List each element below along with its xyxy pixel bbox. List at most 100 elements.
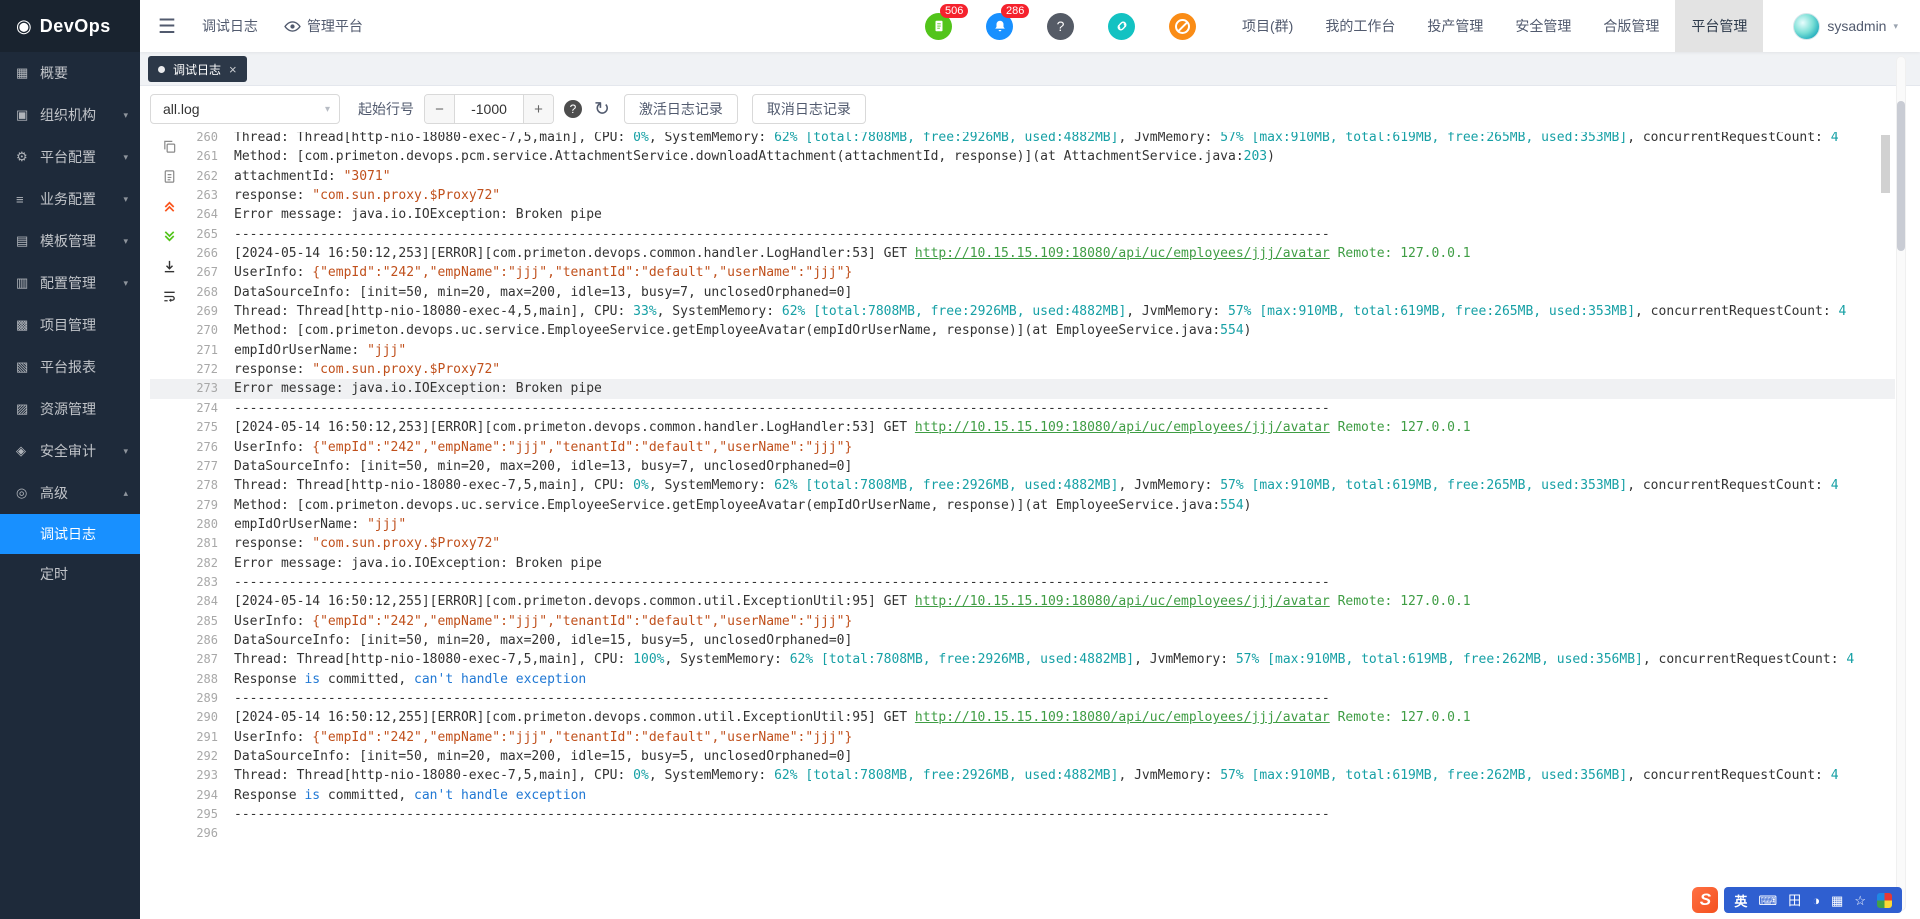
help-badge[interactable]: ? bbox=[564, 100, 582, 118]
decrement-button[interactable]: − bbox=[425, 95, 455, 123]
log-text: [2024-05-14 16:50:12,253][ERROR][com.pri… bbox=[234, 246, 1471, 262]
favorite-icon[interactable]: ☆ bbox=[1854, 894, 1866, 907]
log-text: UserInfo: {"empId":"242","empName":"jjj"… bbox=[234, 265, 853, 281]
scroll-top-icon[interactable] bbox=[161, 198, 178, 215]
log-line: 274 -------------------------------------… bbox=[150, 399, 1895, 418]
help-button[interactable]: ? bbox=[1047, 12, 1074, 40]
log-text: ----------------------------------------… bbox=[234, 574, 1330, 590]
question-icon: ? bbox=[1047, 12, 1074, 40]
fullwidth-icon[interactable]: 田 bbox=[1788, 894, 1801, 907]
log-editor[interactable]: 260 Thread: Thread[http-nio-18080-exec-7,… bbox=[150, 132, 1895, 848]
nav-merge[interactable]: 合版管理 bbox=[1587, 0, 1675, 52]
sidebar-item-resource[interactable]: ▨ 资源管理 bbox=[0, 388, 140, 430]
report-icon: ▧ bbox=[16, 359, 29, 374]
line-number: 294 bbox=[196, 787, 218, 802]
line-number: 266 bbox=[196, 246, 218, 261]
nav-security[interactable]: 安全管理 bbox=[1499, 0, 1587, 52]
line-number: 278 bbox=[196, 478, 218, 493]
log-text: ----------------------------------------… bbox=[234, 226, 1330, 242]
sidebar-item-debug-log[interactable]: 调试日志 bbox=[0, 514, 140, 554]
log-line: 260 Thread: Thread[http-nio-18080-exec-7,… bbox=[150, 132, 1895, 147]
chevron-down-icon: ▾ bbox=[1893, 20, 1898, 31]
log-text: response: "com.sun.proxy.$Proxy72" bbox=[234, 536, 501, 552]
line-number: 292 bbox=[196, 749, 218, 763]
forbidden-button[interactable] bbox=[1169, 12, 1196, 40]
link-icon bbox=[1108, 12, 1135, 40]
log-text: Thread: Thread[http-nio-18080-exec-4,5,m… bbox=[234, 304, 1847, 320]
log-text: empIdOrUserName: "jjj" bbox=[234, 516, 407, 532]
sidebar-item-audit[interactable]: ◈ 安全审计 ▾ bbox=[0, 430, 140, 472]
wrap-lines-icon[interactable] bbox=[161, 288, 178, 305]
activate-log-button[interactable]: 激活日志记录 bbox=[623, 94, 738, 124]
log-file-select[interactable]: all.log ▾ bbox=[150, 94, 340, 124]
shield-icon: ◈ bbox=[16, 443, 26, 458]
documents-button[interactable]: 506 bbox=[925, 3, 969, 40]
log-text: UserInfo: {"empId":"242","empName":"jjj"… bbox=[234, 729, 853, 745]
log-text: response: "com.sun.proxy.$Proxy72" bbox=[234, 188, 501, 204]
sidebar-item-advanced[interactable]: ◎ 高级 ▴ bbox=[0, 472, 140, 514]
sogou-logo-icon[interactable]: S bbox=[1692, 887, 1719, 913]
start-line-input[interactable] bbox=[455, 95, 523, 123]
copy-icon[interactable] bbox=[161, 138, 178, 155]
refresh-icon[interactable]: ↻ bbox=[594, 100, 610, 119]
log-text: ----------------------------------------… bbox=[234, 400, 1330, 416]
nav-platform[interactable]: 平台管理 bbox=[1675, 0, 1764, 52]
log-line: 267 UserInfo: {"empId":"242","empName":"j… bbox=[150, 263, 1895, 282]
notifications-badge: 286 bbox=[1001, 3, 1030, 18]
chevron-down-icon: ▾ bbox=[123, 277, 128, 288]
sidebar-item-label: 业务配置 bbox=[40, 191, 96, 207]
page-scrollbar[interactable] bbox=[1896, 56, 1906, 911]
tab-debug-log[interactable]: 调试日志 × bbox=[148, 56, 247, 82]
sidebar-item-timer[interactable]: 定时 bbox=[0, 554, 140, 594]
ime-icons: ⌨ 田 ◑ ▦ ☆ bbox=[1758, 894, 1866, 907]
cancel-log-button[interactable]: 取消日志记录 bbox=[751, 94, 866, 124]
keyboard-icon[interactable]: ⌨ bbox=[1758, 894, 1777, 907]
sidebar-item-org[interactable]: ▣ 组织机构 ▾ bbox=[0, 94, 140, 136]
sidebar-item-business-config[interactable]: ≡ 业务配置 ▾ bbox=[0, 178, 140, 220]
log-line: 261 Method: [com.primeton.devops.pcm.serv… bbox=[150, 147, 1895, 166]
sidebar-item-report[interactable]: ▧ 平台报表 bbox=[0, 346, 140, 388]
sidebar-item-overview[interactable]: ▦ 概要 bbox=[0, 52, 140, 94]
link-button[interactable] bbox=[1108, 12, 1135, 40]
editor-scrollbar-thumb[interactable] bbox=[1881, 135, 1890, 193]
log-text: UserInfo: {"empId":"242","empName":"jjj"… bbox=[234, 439, 853, 455]
forbidden-icon bbox=[1169, 12, 1196, 40]
line-number: 283 bbox=[196, 574, 218, 589]
notifications-button[interactable]: 286 bbox=[986, 3, 1030, 40]
line-number: 262 bbox=[196, 168, 218, 183]
nav-project-group[interactable]: 项目(群) bbox=[1226, 0, 1309, 52]
sidebar-item-template[interactable]: ▤ 模板管理 ▾ bbox=[0, 220, 140, 262]
nav-production[interactable]: 投产管理 bbox=[1411, 0, 1499, 52]
log-text: empIdOrUserName: "jjj" bbox=[234, 342, 407, 358]
page-scrollbar-thumb[interactable] bbox=[1897, 101, 1905, 251]
sidebar-item-config[interactable]: ▥ 配置管理 ▾ bbox=[0, 262, 140, 304]
line-number: 272 bbox=[196, 362, 218, 377]
sidebar-item-platform-config[interactable]: ⚙ 平台配置 ▾ bbox=[0, 136, 140, 178]
download-icon[interactable] bbox=[161, 258, 178, 275]
theme-icon[interactable]: ◑ bbox=[1812, 894, 1820, 907]
start-line-stepper: − + bbox=[424, 94, 554, 124]
panel-icon[interactable]: ▦ bbox=[1831, 894, 1843, 907]
user-menu[interactable]: sysadmin ▾ bbox=[1793, 12, 1898, 40]
tab-close-icon[interactable]: × bbox=[229, 62, 237, 77]
sidebar-item-label: 定时 bbox=[40, 566, 68, 582]
line-number: 289 bbox=[196, 690, 218, 705]
sidebar-menu: ▦ 概要 ▣ 组织机构 ▾ ⚙ 平台配置 ▾ ≡ 业务配置 ▾ ▤ 模板管理 ▾ ▥ 配置管理 ▾ ▩ 项目管理 ▧ 平… bbox=[0, 52, 140, 594]
language-toggle[interactable]: 英 bbox=[1734, 891, 1747, 910]
log-line: 294 Response is committed, can't handle e… bbox=[150, 786, 1895, 805]
scroll-bottom-icon[interactable] bbox=[161, 228, 178, 245]
line-number: 288 bbox=[196, 671, 218, 686]
sidebar-item-project[interactable]: ▩ 项目管理 bbox=[0, 304, 140, 346]
sidebar-item-label: 配置管理 bbox=[40, 275, 96, 291]
ime-more-icon[interactable] bbox=[1877, 892, 1892, 908]
log-text: Thread: Thread[http-nio-18080-exec-7,5,m… bbox=[234, 132, 1839, 145]
nav-workbench[interactable]: 我的工作台 bbox=[1309, 0, 1411, 52]
document-icon[interactable] bbox=[161, 168, 178, 185]
header-left: ☰ 调试日志 管理平台 bbox=[140, 14, 363, 39]
platform-view[interactable]: 管理平台 bbox=[284, 16, 363, 36]
line-number: 273 bbox=[196, 381, 218, 396]
increment-button[interactable]: + bbox=[523, 95, 553, 123]
line-number: 261 bbox=[196, 149, 218, 164]
hamburger-menu-icon[interactable]: ☰ bbox=[158, 14, 176, 39]
sidebar-item-label: 平台报表 bbox=[40, 359, 96, 375]
